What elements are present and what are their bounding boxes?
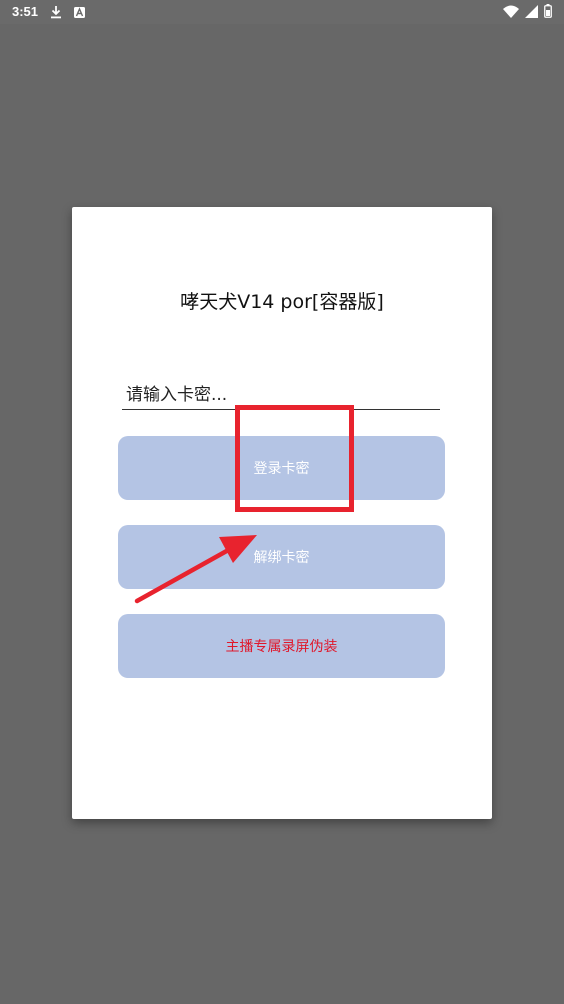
unbind-card-button[interactable]: 解绑卡密 (118, 525, 445, 589)
streamer-disguise-button[interactable]: 主播专属录屏伪装 (118, 614, 445, 678)
login-card-button[interactable]: 登录卡密 (118, 436, 445, 500)
status-left: 3:51 (12, 4, 86, 20)
download-icon (50, 5, 62, 19)
status-time: 3:51 (12, 4, 39, 19)
dialog-title: 哮天犬V14 por[容器版] (180, 291, 384, 313)
login-card-button-label: 登录卡密 (253, 461, 310, 477)
a-badge-icon (74, 6, 86, 18)
card-input-wrapper (122, 381, 440, 410)
card-key-input[interactable] (122, 381, 440, 409)
unbind-card-button-label: 解绑卡密 (253, 550, 310, 566)
login-dialog: 哮天犬V14 por[容器版] 登录卡密 解绑卡密 主播专属录屏伪装 (72, 207, 492, 819)
status-bar: 3:51 (0, 0, 564, 24)
battery-icon (544, 4, 552, 18)
wifi-icon (503, 5, 519, 18)
status-right (503, 4, 552, 18)
signal-icon (525, 4, 538, 18)
streamer-disguise-button-label: 主播专属录屏伪装 (225, 639, 338, 655)
